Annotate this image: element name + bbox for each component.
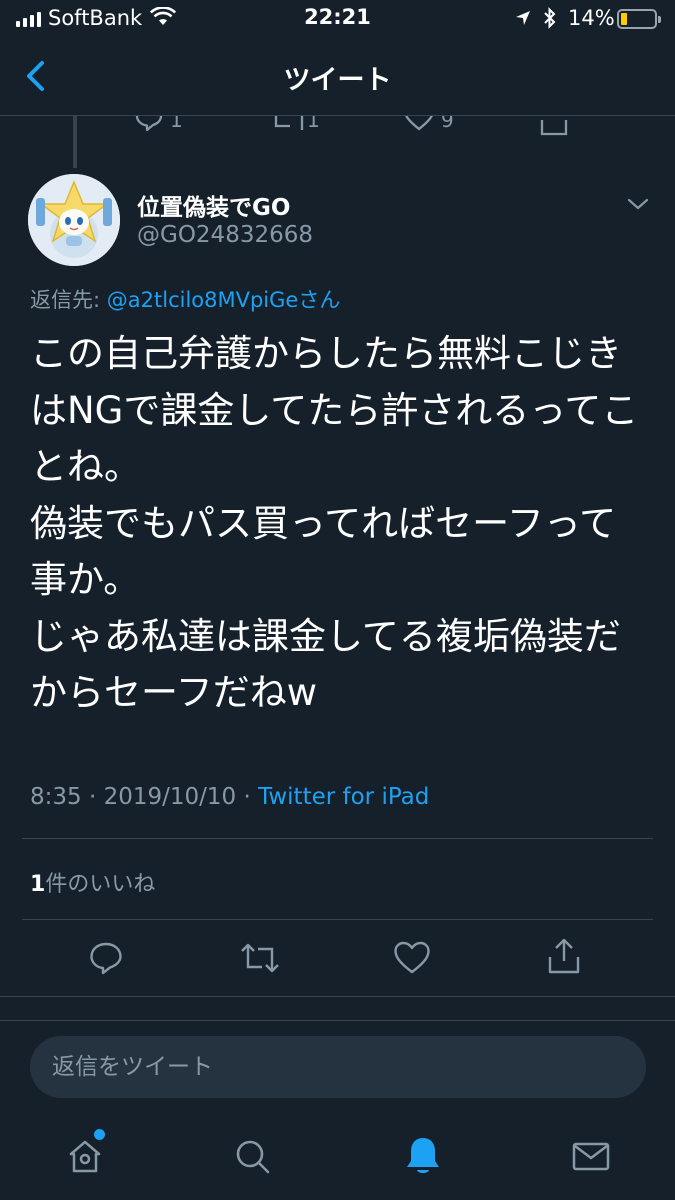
previous-reply-button[interactable] — [134, 116, 164, 136]
likes-label: 件のいいね — [45, 872, 156, 897]
battery-percent: 14% — [568, 6, 615, 30]
tweet-menu-button[interactable] — [626, 196, 650, 216]
divider — [22, 838, 653, 839]
likes-summary[interactable]: 1件のいいね — [30, 866, 155, 898]
retweet-icon — [241, 943, 279, 973]
tweet-date: 2019/10/10 — [103, 784, 237, 810]
previous-like-count: 9 — [441, 116, 454, 132]
user-handle[interactable]: @GO24832668 — [137, 222, 313, 248]
like-button[interactable] — [392, 938, 432, 978]
tweet-time: 8:35 — [30, 784, 82, 810]
reply-prefix: 返信先: — [30, 288, 107, 312]
reply-icon — [135, 116, 163, 132]
share-button[interactable] — [544, 936, 584, 976]
tab-search[interactable] — [222, 1126, 282, 1186]
tweet-text: この自己弁護からしたら無料こじきはNGで課金してたら許されるってことね。 偽装で… — [30, 332, 639, 714]
avatar-image — [28, 174, 120, 266]
new-content-dot — [94, 1129, 105, 1140]
chevron-down-icon — [627, 198, 649, 210]
previous-retweet-button[interactable] — [272, 116, 306, 138]
search-icon — [236, 1140, 270, 1174]
page-title: ツイート — [283, 65, 392, 96]
meta-separator-2: · — [236, 784, 259, 810]
previous-share-button[interactable] — [538, 116, 570, 140]
tweet-metadata: 8:35 · 2019/10/10 · Twitter for iPad — [30, 784, 429, 810]
reply-input[interactable] — [30, 1036, 646, 1098]
tab-notifications[interactable] — [393, 1126, 453, 1186]
bell-icon — [407, 1138, 439, 1173]
retweet-button[interactable] — [240, 938, 280, 978]
bluetooth-icon — [542, 7, 558, 33]
divider — [22, 919, 653, 920]
battery-icon — [617, 9, 661, 29]
share-icon — [548, 938, 580, 974]
previous-tweet-actions: 1 1 9 — [0, 116, 675, 140]
divider — [0, 996, 675, 997]
mail-icon — [572, 1142, 610, 1171]
home-icon — [69, 1140, 101, 1173]
previous-like-button[interactable] — [403, 116, 435, 136]
tab-home[interactable] — [55, 1126, 115, 1186]
previous-reply-count: 1 — [170, 116, 183, 132]
status-bar: SoftBank 22:21 14% — [0, 0, 675, 40]
tab-messages[interactable] — [561, 1126, 621, 1186]
display-name[interactable]: 位置偽装でGO — [137, 188, 290, 222]
previous-retweet-count: 1 — [307, 116, 320, 132]
reply-to-handle-link[interactable]: @a2tlcilo8MVpiGeさん — [107, 288, 341, 312]
location-arrow-icon — [514, 9, 532, 31]
heart-icon — [394, 941, 430, 974]
reply-suffix: さん — [298, 288, 341, 312]
reply-icon — [90, 942, 122, 975]
share-icon — [540, 120, 568, 136]
avatar[interactable] — [28, 174, 120, 266]
reply-button[interactable] — [86, 938, 126, 978]
retweet-icon — [274, 116, 304, 130]
tweet-client-link[interactable]: Twitter for iPad — [258, 784, 429, 810]
reply-to-handle: @a2tlcilo8MVpiGe — [106, 288, 299, 312]
heart-icon — [405, 116, 433, 131]
meta-separator-1: · — [81, 784, 104, 810]
nav-divider — [0, 115, 675, 116]
reply-context: 返信先: @a2tlcilo8MVpiGeさん — [30, 284, 340, 314]
likes-count: 1 — [30, 872, 46, 897]
